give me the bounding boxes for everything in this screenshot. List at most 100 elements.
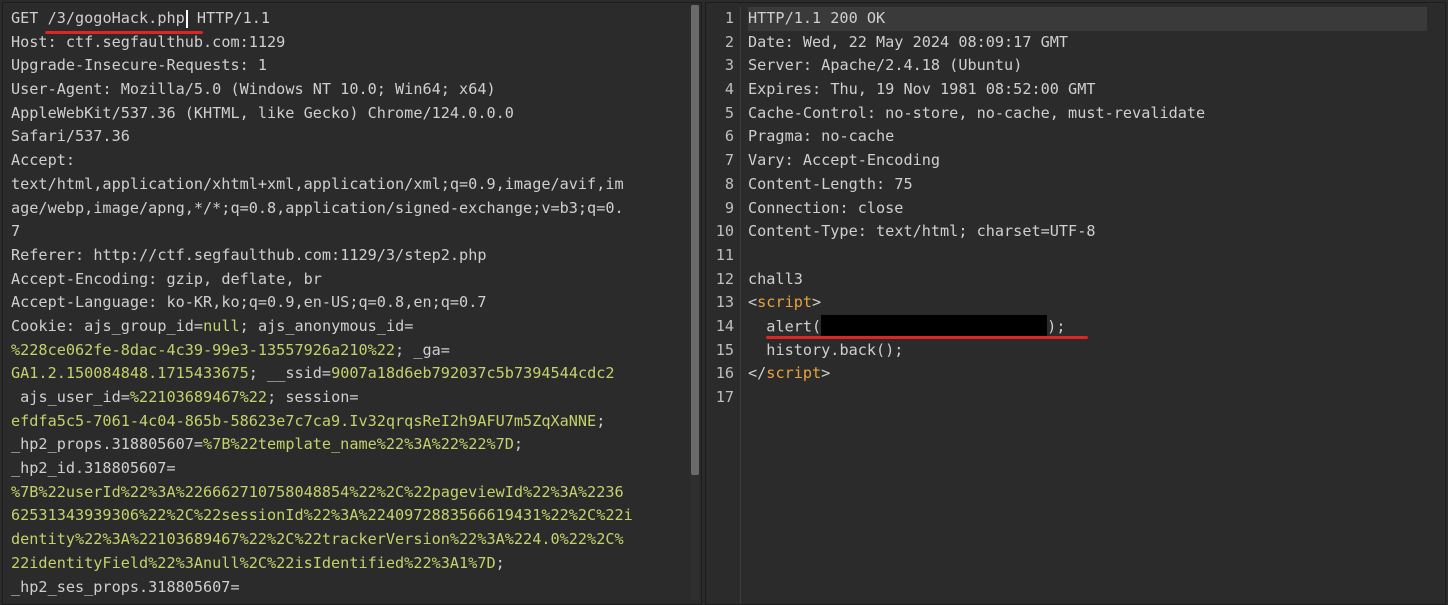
- request-header-line: Safari/537.36: [11, 125, 687, 149]
- cookie-line: 62531343939306%22%2C%22sessionId%22%3A%2…: [11, 504, 687, 528]
- request-header-line: Referer: http://ctf.segfaulthub.com:1129…: [11, 245, 487, 264]
- header-name: Host: [11, 32, 48, 51]
- header-value: gzip, deflate, br: [166, 269, 322, 288]
- line-number: 5: [724, 103, 734, 122]
- cookie-value: %22103689467%22: [129, 388, 268, 406]
- cookie-name: _hp2_props.318805607: [11, 435, 194, 454]
- header-name: Accept: [11, 151, 66, 170]
- cookie-name: ajs_group_id: [84, 316, 194, 335]
- header-name: Accept-Encoding: [11, 269, 149, 288]
- request-header-line: User-Agent: Mozilla/5.0 (Windows NT 10.0…: [11, 80, 496, 99]
- cookie-line: efdfa5c5-7061-4c04-865b-58623e7c7ca9.Iv3…: [11, 411, 606, 430]
- line-number: 2: [724, 32, 734, 51]
- response-header-line: Expires: Thu, 19 Nov 1981 08:52:00 GMT: [748, 80, 1096, 99]
- header-name: Referer: [11, 245, 76, 264]
- request-header-line: text/html,application/xhtml+xml,applicat…: [11, 173, 687, 197]
- cookie-value: GA1.2.150084848.1715433675: [11, 364, 249, 383]
- cookie-line: ajs_user_id=%22103689467%22; session=: [20, 388, 359, 406]
- request-header-line: Accept-Language: ko-KR,ko;q=0.9,en-US;q=…: [11, 293, 487, 312]
- header-name: Cache-Control: [748, 103, 867, 122]
- request-line: GET /3/gogoHack.php HTTP/1.1: [11, 7, 687, 31]
- cookie-value: 22identityField%22%3Anull%2C%22isIdentif…: [11, 553, 496, 572]
- alert-call: alert(: [766, 317, 822, 336]
- header-name: Expires: [748, 80, 813, 99]
- cookie-value: dentity%22%3A%22103689467%22%2C%22tracke…: [11, 530, 624, 549]
- header-value: Thu, 19 Nov 1981 08:52:00 GMT: [830, 80, 1096, 99]
- line-number: 3: [724, 56, 734, 75]
- script-open: <script>: [748, 293, 822, 312]
- status-line: HTTP/1.1 200 OK: [748, 7, 1427, 31]
- response-header-line: Content-Type: text/html; charset=UTF-8: [748, 222, 1096, 241]
- cookie-value: 9007a18d6eb792037c5b7394544cdc2: [331, 364, 615, 383]
- script-tag: script: [757, 293, 813, 312]
- cookie-name: session: [285, 388, 350, 406]
- cookie-line: %7B%22userId%22%3A%226662710758048854%22…: [11, 481, 687, 505]
- line-number: 11: [715, 245, 734, 264]
- http-message-viewer: GET /3/gogoHack.php HTTP/1.1 Host: ctf.se…: [0, 0, 1448, 605]
- request-method: GET: [11, 9, 39, 27]
- request-header-line: Upgrade-Insecure-Requests: 1: [11, 56, 268, 75]
- line-number: 14: [715, 316, 734, 335]
- request-header-line: AppleWebKit/537.36 (KHTML, like Gecko) C…: [11, 102, 687, 126]
- response-viewer[interactable]: 1 2 3 4 5 6 7 8 9 10 11 12 13 14 15 16 17 HTTP/1.1 200 O…: [705, 2, 1446, 605]
- cookie-line: GA1.2.150084848.1715433675; __ssid=9007a…: [11, 364, 615, 383]
- header-value: no-cache: [821, 127, 895, 146]
- script-tag: script: [766, 364, 822, 383]
- header-value: Safari/537.36: [11, 127, 130, 146]
- alert-annotation: [766, 336, 1088, 339]
- request-path[interactable]: /3/gogoHack.php: [48, 9, 185, 27]
- response-header-line: Cache-Control: no-store, no-cache, must-…: [748, 103, 1206, 122]
- line-number: 12: [715, 269, 734, 288]
- line-number: 15: [715, 340, 734, 359]
- request-path-annotation: [45, 31, 203, 34]
- header-value: Wed, 22 May 2024 08:09:17 GMT: [802, 32, 1069, 51]
- header-value: ko-KR,ko;q=0.9,en-US;q=0.8,en;q=0.7: [166, 293, 487, 312]
- request-scrollbar-thumb[interactable]: [691, 5, 699, 475]
- cookie-value: 62531343939306%22%2C%22sessionId%22%3A%2…: [11, 506, 633, 525]
- response-header-line: Vary: Accept-Encoding: [748, 151, 941, 170]
- line-number: 6: [724, 127, 734, 146]
- cookie-value: %7B%22userId%22%3A%226662710758048854%22…: [11, 482, 624, 501]
- cookie-line: dentity%22%3A%22103689467%22%2C%22tracke…: [11, 528, 687, 552]
- script-close: </script>: [748, 364, 831, 383]
- cookie-line: _hp2_props.318805607=%7B%22template_name…: [11, 435, 524, 454]
- header-name: Pragma: [748, 127, 803, 146]
- cookie-line: Cookie: ajs_group_id=null; ajs_anonymous…: [11, 316, 414, 335]
- line-number: 13: [715, 293, 734, 312]
- text-cursor: [185, 9, 188, 28]
- request-header-line: age/webp,image/apng,*/*;q=0.8,applicatio…: [11, 197, 687, 221]
- line-number: 4: [724, 80, 734, 99]
- response-text[interactable]: HTTP/1.1 200 OK Date: Wed, 22 May 2024 08…: [748, 7, 1427, 410]
- header-value: no-store, no-cache, must-revalidate: [885, 103, 1206, 122]
- cookie-label: Cookie: [11, 316, 66, 335]
- cookie-name: ajs_user_id: [20, 388, 121, 406]
- header-name: Vary: [748, 151, 785, 170]
- history-call: history.back();: [766, 340, 904, 359]
- header-value: Mozilla/5.0 (Windows NT 10.0; Win64; x64…: [120, 80, 496, 99]
- cookie-name: __ssid: [267, 364, 322, 383]
- cookie-name: _ga: [413, 340, 441, 359]
- header-name: Content-Type: [748, 222, 858, 241]
- request-editor[interactable]: GET /3/gogoHack.php HTTP/1.1 Host: ctf.se…: [2, 2, 702, 605]
- cookie-value: %7B%22template_name%22%3A%22%22%7D: [203, 435, 514, 454]
- cookie-value: %228ce062fe-8dac-4c39-99e3-13557926a210%…: [11, 340, 396, 359]
- cookie-line: %228ce062fe-8dac-4c39-99e3-13557926a210%…: [11, 340, 450, 359]
- header-value: 75: [894, 174, 913, 193]
- request-text[interactable]: GET /3/gogoHack.php HTTP/1.1 Host: ctf.se…: [11, 7, 687, 599]
- header-name: Content-Length: [748, 174, 877, 193]
- cookie-name: ajs_anonymous_id: [257, 316, 405, 335]
- header-value: Apache/2.4.18 (Ubuntu): [821, 56, 1023, 75]
- request-header-line: Accept-Encoding: gzip, deflate, br: [11, 269, 322, 288]
- request-scrollbar[interactable]: [691, 5, 699, 600]
- cookie-name: _hp2_id.318805607: [11, 459, 167, 478]
- cookie-value: null: [203, 316, 240, 335]
- history-line: history.back();: [748, 339, 1427, 363]
- response-header-line: Pragma: no-cache: [748, 127, 895, 146]
- line-number: 17: [715, 388, 734, 406]
- request-header-line: 7: [11, 220, 687, 244]
- header-value: text/html; charset=UTF-8: [876, 222, 1096, 241]
- body-title: chall3: [748, 269, 803, 288]
- header-value: 1: [257, 56, 268, 75]
